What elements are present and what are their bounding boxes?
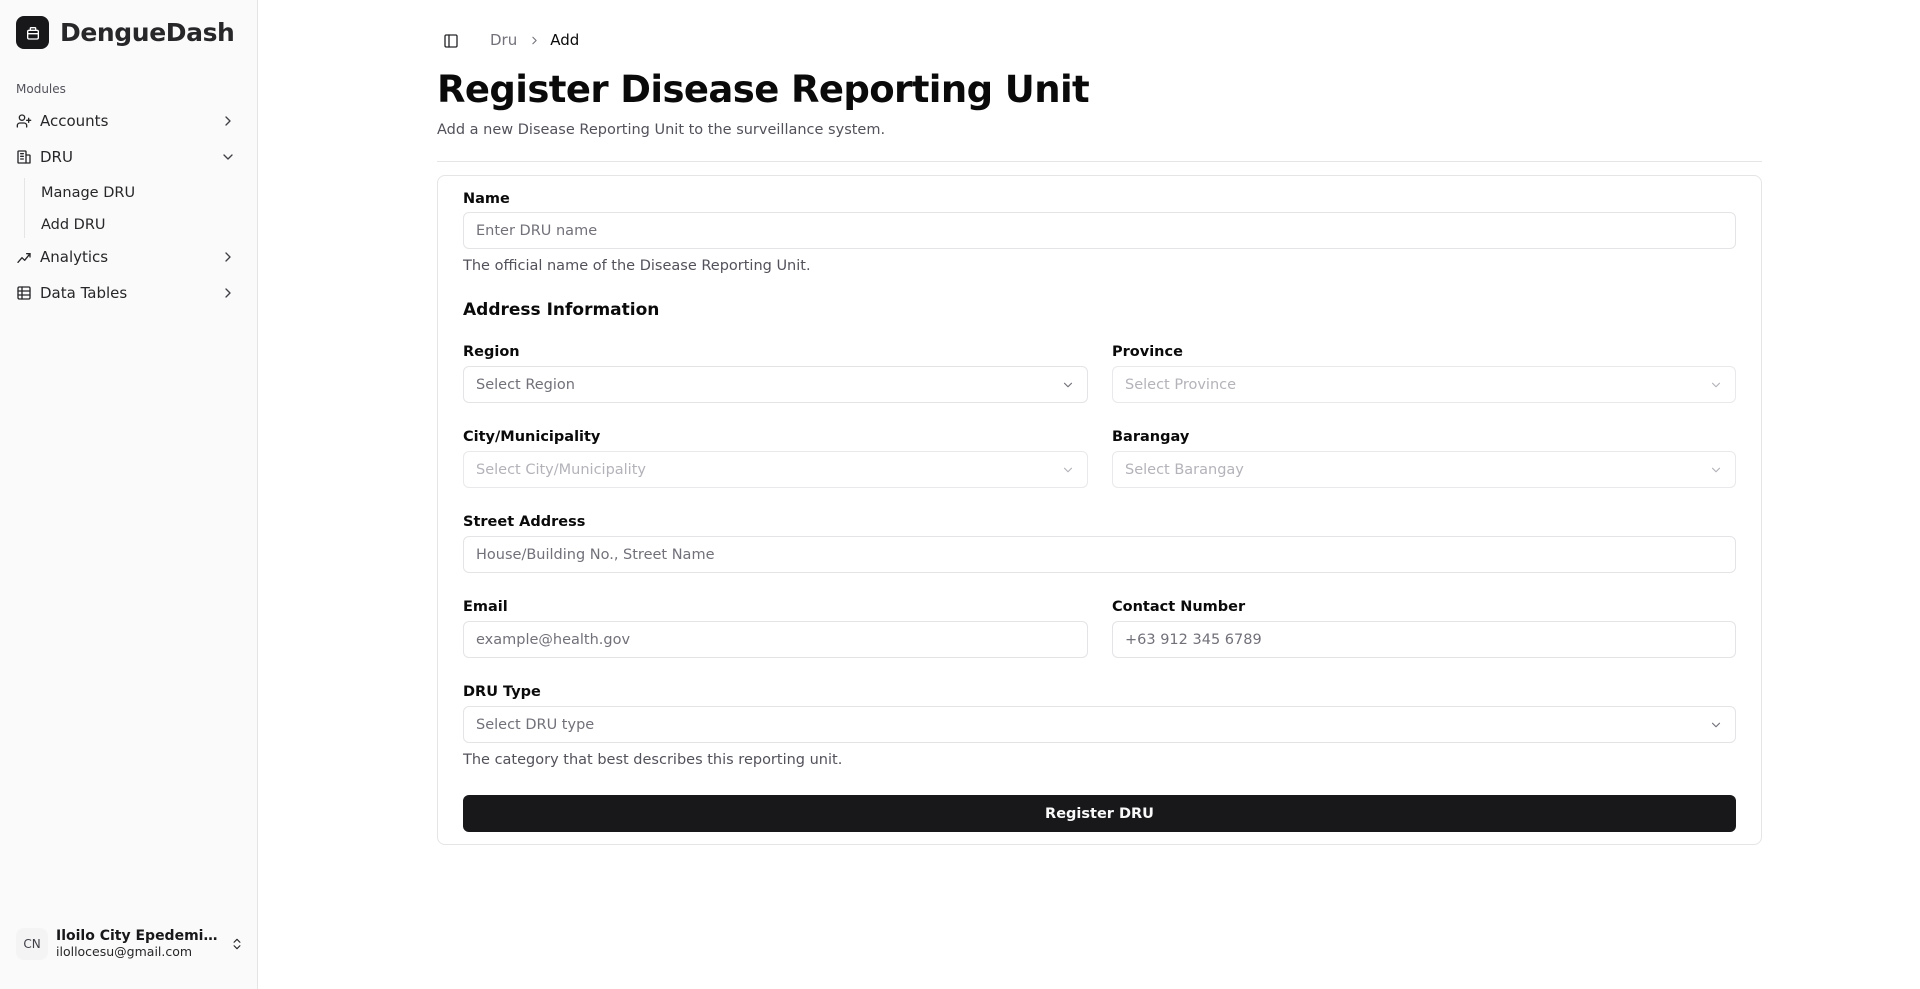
register-dru-button[interactable]: Register DRU [463,795,1736,832]
province-select-placeholder: Select Province [1125,376,1237,393]
name-field[interactable] [463,212,1736,249]
contact-number-input[interactable] [1125,631,1723,648]
dru-type-label: DRU Type [463,684,541,700]
dru-type-select-placeholder: Select DRU type [476,716,595,733]
sidebar-item-analytics[interactable]: Analytics [8,241,244,273]
breadcrumb-current: Add [550,31,580,49]
chevron-right-icon [528,34,541,47]
barangay-label: Barangay [1112,429,1190,445]
avatar: CN [16,928,48,960]
panel-left-icon [443,33,459,49]
sidebar-toggle-button[interactable] [442,32,460,50]
divider [437,161,1762,162]
table-icon [16,285,32,301]
region-select[interactable]: Select Region [463,366,1088,403]
street-address-input[interactable] [476,546,1723,563]
user-plus-icon [16,113,32,129]
sidebar-item-label: Data Tables [40,284,128,302]
email-label: Email [463,599,508,615]
user-name: Iloilo City Epedemiol... [56,928,220,944]
name-label: Name [463,191,510,207]
chevron-right-icon [220,285,236,301]
user-info: Iloilo City Epedemiol... ilollocesu@gmai… [56,928,220,960]
chevron-down-icon [220,149,236,165]
breadcrumb: Dru Add [490,31,579,49]
contact-number-field[interactable] [1112,621,1736,658]
region-label: Region [463,344,520,360]
chevron-down-icon [1709,463,1723,477]
chart-line-icon [16,249,32,265]
province-select[interactable]: Select Province [1112,366,1736,403]
chevron-down-icon [1061,378,1075,392]
city-select-placeholder: Select City/Municipality [476,461,646,478]
page-title: Register Disease Reporting Unit [437,68,1090,111]
chevron-down-icon [1709,718,1723,732]
chevron-down-icon [1061,463,1075,477]
brand[interactable]: DengueDash [16,16,235,49]
barangay-select[interactable]: Select Barangay [1112,451,1736,488]
chevrons-up-down-icon [230,937,244,951]
submenu-divider [24,178,25,238]
dru-type-hint: The category that best describes this re… [463,752,843,768]
street-address-label: Street Address [463,514,586,530]
app-name: DengueDash [60,18,235,47]
email-field[interactable] [463,621,1088,658]
sidebar: DengueDash Modules Accounts DRU Manage D… [0,0,258,989]
user-menu[interactable]: CN Iloilo City Epedemiol... ilollocesu@g… [16,920,246,968]
sidebar-item-data-tables[interactable]: Data Tables [8,277,244,309]
city-select[interactable]: Select City/Municipality [463,451,1088,488]
sidebar-item-dru[interactable]: DRU [8,141,244,173]
contact-number-label: Contact Number [1112,599,1246,615]
address-section-title: Address Information [463,300,660,320]
region-select-placeholder: Select Region [476,376,575,393]
user-email: ilollocesu@gmail.com [56,944,193,959]
app-logo-icon [16,16,49,49]
street-address-field[interactable] [463,536,1736,573]
email-input[interactable] [476,631,1075,648]
sidebar-subitem-add-dru[interactable]: Add DRU [33,211,233,239]
barangay-select-placeholder: Select Barangay [1125,461,1244,478]
breadcrumb-link-dru[interactable]: Dru [490,31,517,49]
chevron-right-icon [220,113,236,129]
name-hint: The official name of the Disease Reporti… [463,258,811,274]
dru-type-select[interactable]: Select DRU type [463,706,1736,743]
chevron-down-icon [1709,378,1723,392]
page-subtitle: Add a new Disease Reporting Unit to the … [437,122,886,138]
name-input[interactable] [476,222,1723,239]
sidebar-group-label: Modules [16,82,66,96]
sidebar-item-label: Analytics [40,248,109,266]
sidebar-item-accounts[interactable]: Accounts [8,105,244,137]
chevron-right-icon [220,249,236,265]
city-label: City/Municipality [463,429,601,445]
register-dru-form: Name The official name of the Disease Re… [437,175,1762,845]
sidebar-item-label: DRU [40,148,73,166]
province-label: Province [1112,344,1183,360]
building-icon [16,149,32,165]
sidebar-item-label: Accounts [40,112,109,130]
sidebar-subitem-manage-dru[interactable]: Manage DRU [33,179,233,207]
